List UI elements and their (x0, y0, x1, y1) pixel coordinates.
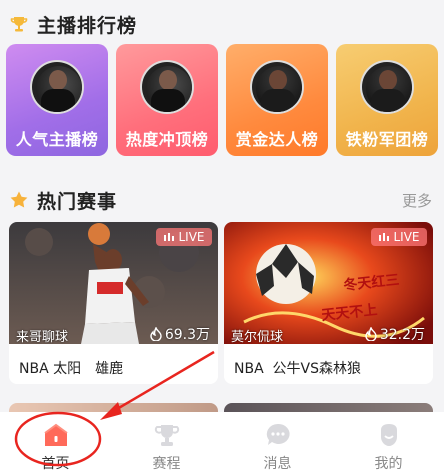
bottom-tab-bar: 首页 赛程 消息 我的 (0, 412, 444, 475)
ranking-list: 人气主播榜 热度冲顶榜 赏金达人榜 铁粉军团榜 (6, 44, 438, 156)
tab-schedule[interactable]: 赛程 (111, 412, 222, 475)
ranking-title: 主播排行榜 (37, 14, 138, 37)
match-name: NBA 太阳 雄鹿 (19, 361, 124, 377)
ranking-card-popularity[interactable]: 人气主播榜 (6, 44, 108, 156)
hot-events-title: 热门赛事 (37, 190, 118, 213)
ranking-card-label: 铁粉军团榜 (345, 130, 429, 149)
ranking-card-heat[interactable]: 热度冲顶榜 (116, 44, 218, 156)
streamer-avatar (360, 60, 414, 114)
ranking-card-bounty[interactable]: 赏金达人榜 (226, 44, 328, 156)
trophy-icon (153, 421, 181, 449)
heat-count: 69.3万 (150, 324, 210, 344)
streamer-name: 莫尔侃球 (231, 330, 284, 345)
home-icon (42, 421, 70, 449)
flame-icon (365, 327, 377, 341)
app-screen: 主播排行榜 人气主播榜 热度冲顶榜 赏金达人榜 铁粉军团榜 热门赛事 更多 LI… (0, 0, 444, 475)
tab-label: 消息 (263, 456, 292, 472)
chat-icon (264, 421, 292, 449)
match-card[interactable]: 冬天红三 天天不上 LIVE 莫尔侃球 32.2万 NBA 公牛VS森林狼 (224, 222, 433, 384)
ranking-card-label: 人气主播榜 (15, 130, 99, 149)
flame-icon (150, 327, 162, 341)
tab-label: 赛程 (152, 456, 181, 472)
trophy-icon (9, 14, 29, 34)
profile-icon (375, 421, 403, 449)
live-bars-icon (379, 233, 390, 241)
hot-events-header: 热门赛事 更多 (0, 180, 444, 220)
tab-profile[interactable]: 我的 (333, 412, 444, 475)
streamer-avatar (140, 60, 194, 114)
streamer-avatar (250, 60, 304, 114)
ranking-card-fans[interactable]: 铁粉军团榜 (336, 44, 438, 156)
live-badge: LIVE (156, 228, 212, 246)
tab-label: 我的 (374, 456, 403, 472)
tab-home[interactable]: 首页 (0, 412, 111, 475)
streamer-name: 来哥聊球 (16, 330, 69, 345)
ranking-section-header: 主播排行榜 (0, 4, 444, 44)
ranking-card-label: 赏金达人榜 (235, 130, 319, 149)
live-bars-icon (164, 233, 175, 241)
live-badge: LIVE (371, 228, 427, 246)
match-name: NBA 公牛VS森林狼 (234, 361, 362, 377)
tab-messages[interactable]: 消息 (222, 412, 333, 475)
more-link[interactable]: 更多 (402, 190, 432, 211)
match-card[interactable]: LIVE 来哥聊球 69.3万 NBA 太阳 雄鹿 (9, 222, 218, 384)
ranking-card-label: 热度冲顶榜 (125, 130, 209, 149)
star-icon (9, 190, 29, 210)
tab-label: 首页 (41, 456, 70, 472)
heat-count: 32.2万 (365, 324, 425, 344)
streamer-avatar (30, 60, 84, 114)
